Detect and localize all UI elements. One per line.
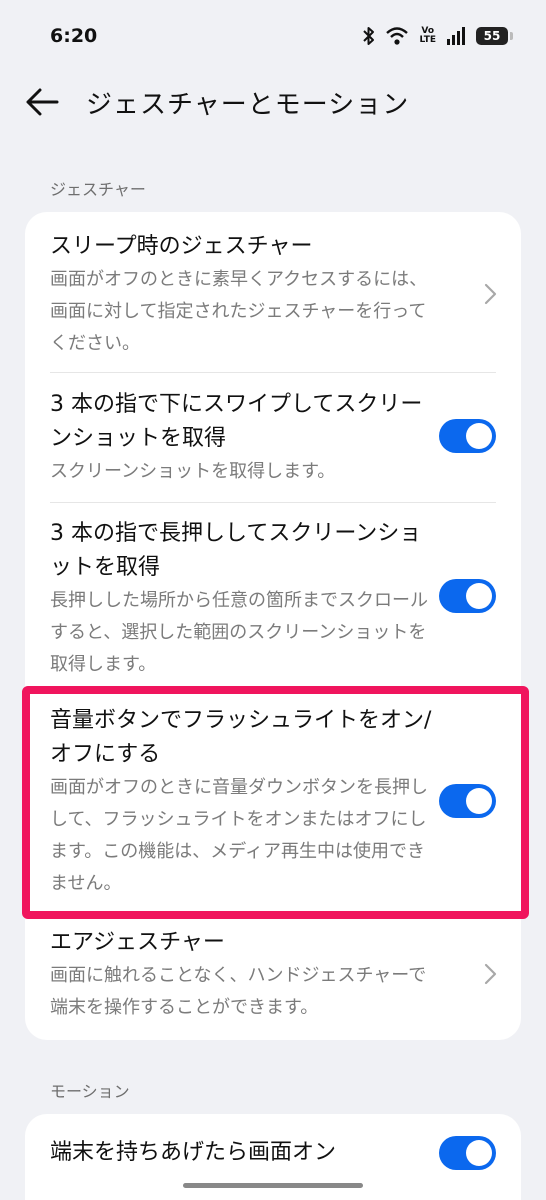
toggle-three-finger-swipe[interactable] (439, 419, 496, 453)
bluetooth-icon (363, 26, 375, 46)
setting-title: 端末を持ちあげたら画面オン (50, 1140, 337, 1165)
signal-icon (446, 27, 466, 45)
home-indicator[interactable] (183, 1183, 363, 1188)
setting-title: スリープ時のジェスチャー (50, 234, 313, 259)
section-label-motion: モーション (50, 1082, 130, 1101)
toggle-three-finger-longpress[interactable] (439, 579, 496, 613)
battery-level: 55 (483, 29, 501, 43)
setting-title: エアジェスチャー (50, 930, 225, 955)
divider (50, 372, 496, 373)
setting-subtitle: 画面に触れることなく、ハンドジェスチャーで端末を操作することができます。 (50, 965, 427, 1018)
status-bar: 6:20 Vo LTE 55 (0, 0, 546, 72)
setting-title: 3 本の指で長押ししてスクリーンショットを取得 (50, 521, 422, 580)
volte-bottom-label: LTE (419, 35, 436, 45)
toggle-knob (466, 583, 492, 609)
setting-subtitle: 画面がオフのときに素早くアクセスするには、画面に対して指定されたジェスチャーを行… (50, 269, 428, 354)
chevron-right-icon (484, 963, 497, 985)
status-time: 6:20 (50, 25, 98, 47)
setting-sleep-gesture[interactable]: スリープ時のジェスチャー 画面がオフのときに素早くアクセスするには、画面に対して… (25, 230, 521, 360)
toggle-knob (466, 788, 492, 814)
divider (50, 502, 496, 503)
volte-icon: Vo LTE (419, 27, 436, 45)
back-arrow-icon (26, 88, 59, 116)
app-header: ジェスチャーとモーション (0, 72, 546, 132)
battery-icon: 55 (476, 27, 513, 45)
setting-air-gesture[interactable]: エアジェスチャー 画面に触れることなく、ハンドジェスチャーで端末を操作することが… (25, 926, 521, 1024)
status-icons: Vo LTE 55 (363, 26, 513, 46)
wifi-icon (385, 26, 409, 46)
setting-subtitle: スクリーンショットを取得します。 (50, 461, 336, 482)
toggle-knob (466, 1140, 492, 1166)
toggle-volume-flashlight[interactable] (439, 784, 496, 818)
setting-subtitle: 画面がオフのときに音量ダウンボタンを長押しして、フラッシュライトをオンまたはオフ… (50, 777, 428, 894)
chevron-right-icon (484, 283, 497, 305)
toggle-knob (466, 423, 492, 449)
back-button[interactable] (24, 84, 60, 120)
setting-title: 音量ボタンでフラッシュライトをオン/オフにする (50, 708, 432, 767)
gesture-settings-card: スリープ時のジェスチャー 画面がオフのときに素早くアクセスするには、画面に対して… (25, 212, 521, 1040)
toggle-lift-to-wake[interactable] (439, 1136, 496, 1170)
page-title: ジェスチャーとモーション (86, 90, 410, 120)
section-label-gesture: ジェスチャー (50, 180, 146, 199)
setting-title: 3 本の指で下にスワイプしてスクリーンショットを取得 (50, 392, 423, 451)
setting-subtitle: 長押しした場所から任意の箇所までスクロールすると、選択した範囲のスクリーンショッ… (50, 590, 428, 675)
